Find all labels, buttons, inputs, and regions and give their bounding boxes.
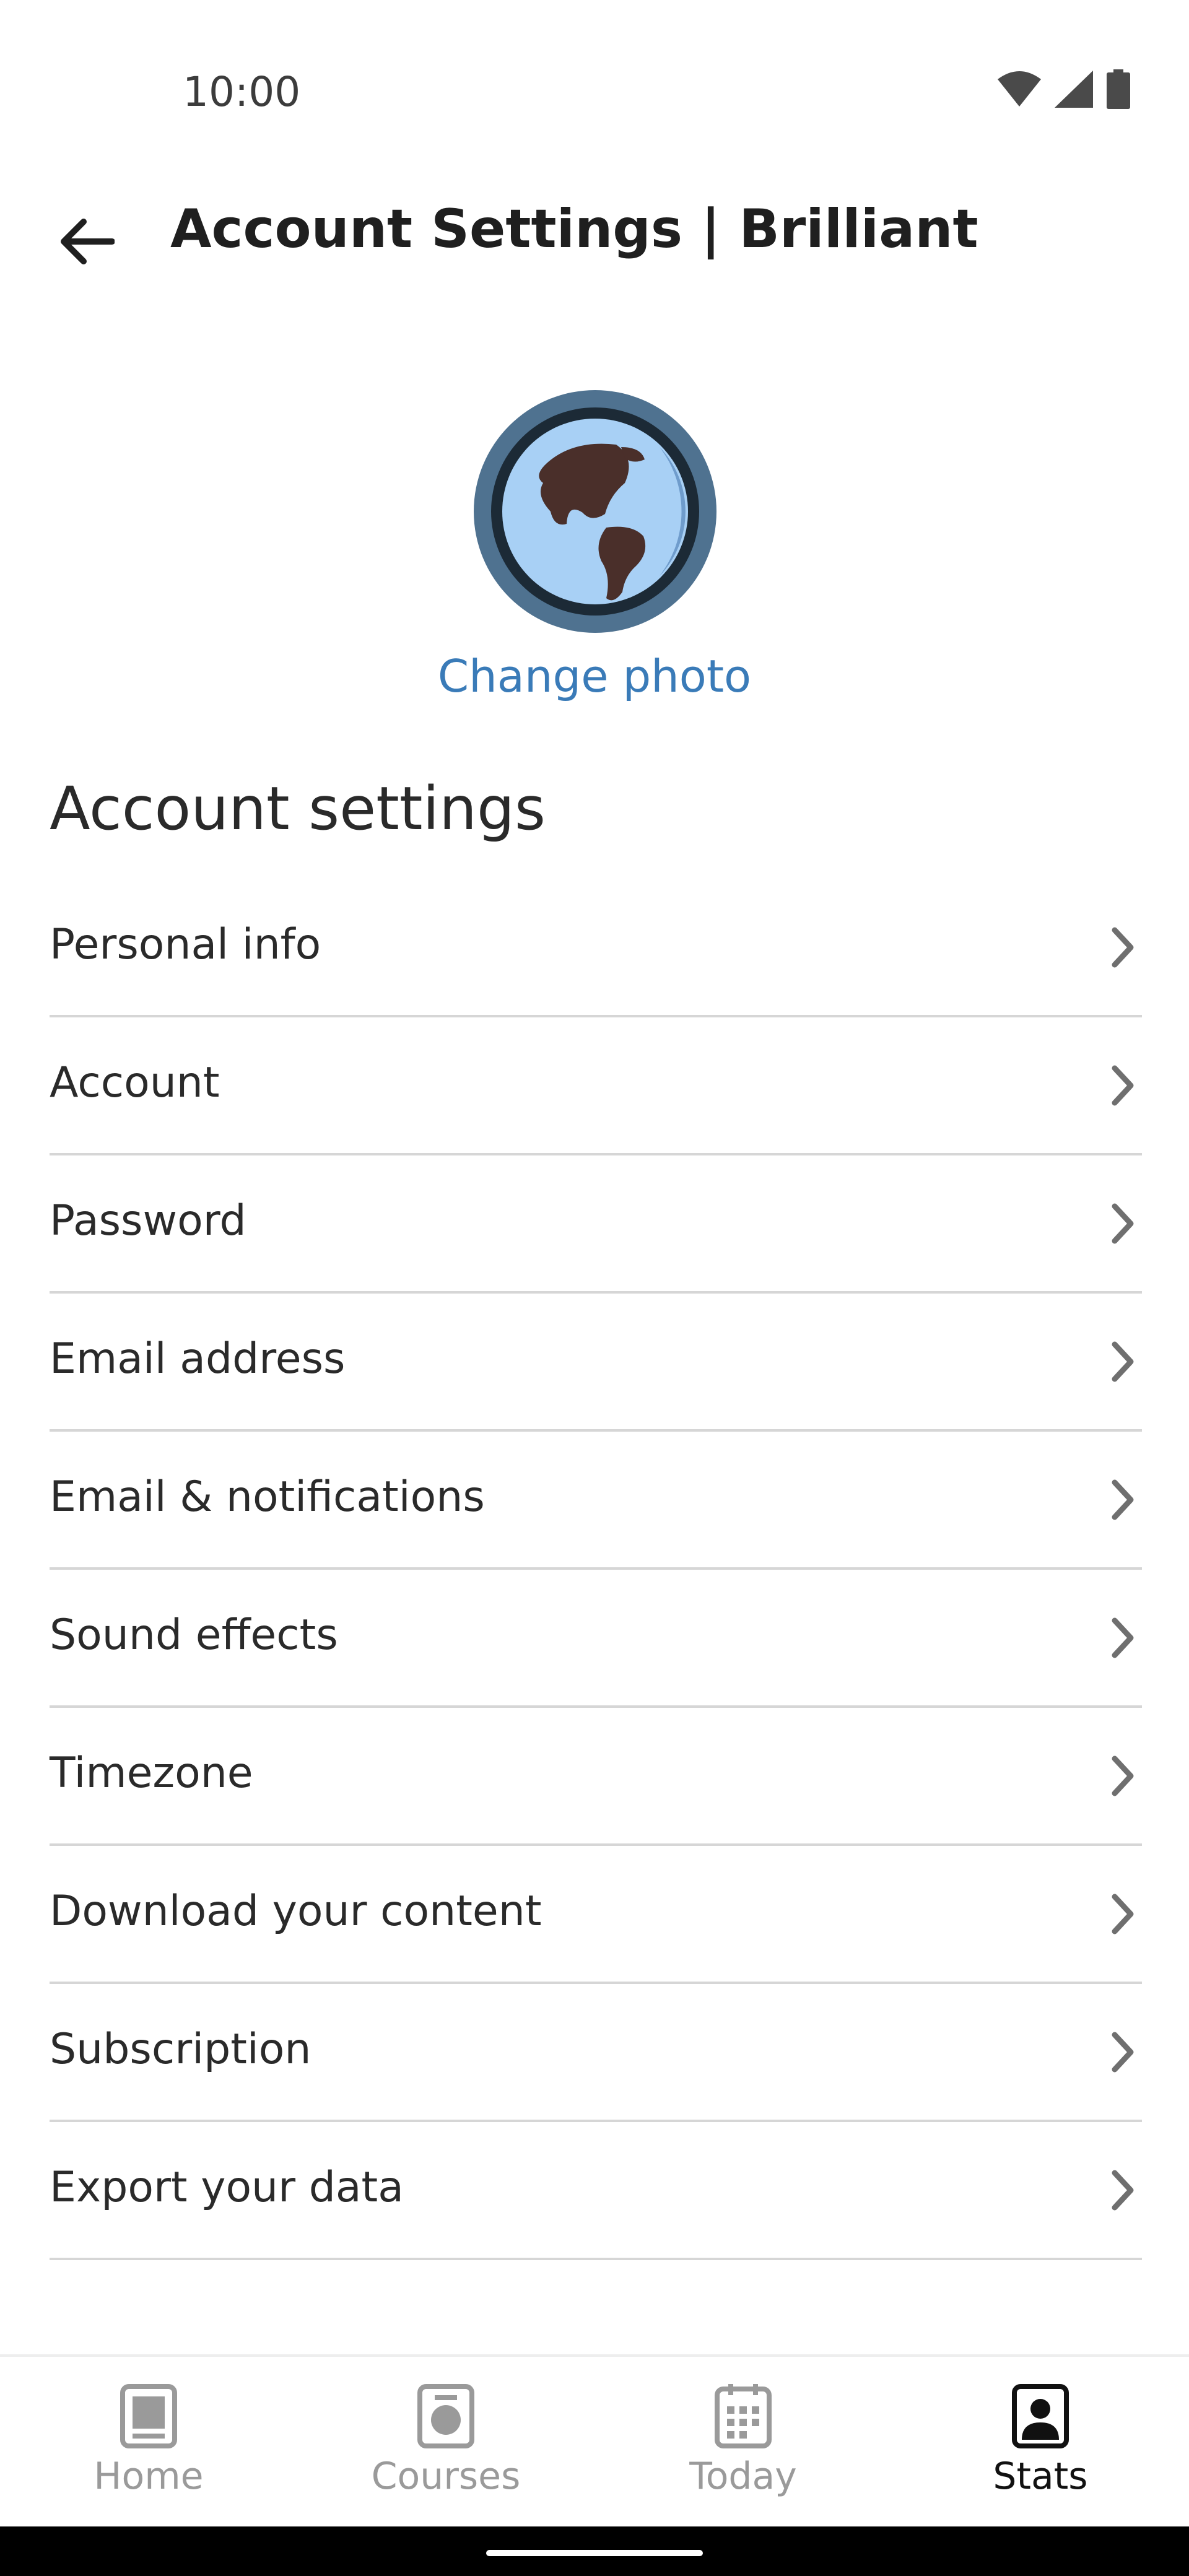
back-button[interactable] (50, 204, 124, 279)
chevron-right-icon (1112, 927, 1134, 968)
nav-item-today[interactable]: Today (594, 2357, 892, 2529)
nav-label: Stats (993, 2455, 1088, 2498)
chevron-right-icon (1112, 1479, 1134, 1520)
settings-item-label: Email address (50, 1334, 346, 1383)
chevron-right-icon (1112, 1756, 1134, 1796)
nav-item-courses[interactable]: Courses (297, 2357, 594, 2529)
settings-item-email-address[interactable]: Email address (50, 1294, 1142, 1432)
settings-item-password[interactable]: Password (50, 1155, 1142, 1294)
settings-item-label: Timezone (50, 1749, 253, 1798)
chevron-right-icon (1112, 1341, 1134, 1382)
settings-item-sound-effects[interactable]: Sound effects (50, 1570, 1142, 1708)
page-title: Account Settings | Brilliant (170, 198, 978, 260)
settings-item-label: Email & notifications (50, 1473, 485, 1521)
chevron-right-icon (1112, 2032, 1134, 2073)
wifi-icon (998, 71, 1041, 107)
settings-item-personal-info[interactable]: Personal info (50, 879, 1142, 1017)
chevron-right-icon (1112, 1065, 1134, 1106)
settings-item-label: Personal info (50, 920, 321, 969)
cell-signal-icon (1055, 71, 1093, 108)
settings-item-subscription[interactable]: Subscription (50, 1984, 1142, 2122)
settings-item-account[interactable]: Account (50, 1017, 1142, 1155)
avatar[interactable] (474, 390, 716, 633)
settings-item-email-notifications[interactable]: Email & notifications (50, 1432, 1142, 1570)
section-heading: Account settings (50, 774, 546, 843)
nav-label: Today (689, 2455, 797, 2498)
chevron-right-icon (1112, 1203, 1134, 1244)
chevron-right-icon (1112, 1894, 1134, 1934)
status-bar: 10:00 (0, 0, 1189, 180)
nav-item-home[interactable]: Home (0, 2357, 297, 2529)
chevron-right-icon (1112, 1617, 1134, 1658)
settings-item-label: Password (50, 1196, 246, 1245)
settings-item-label: Download your content (50, 1887, 542, 1936)
status-time: 10:00 (183, 68, 301, 116)
settings-item-export-data[interactable]: Export your data (50, 2122, 1142, 2260)
gesture-bar (0, 2526, 1189, 2576)
status-icons (998, 69, 1130, 109)
settings-item-download-content[interactable]: Download your content (50, 1846, 1142, 1984)
nav-item-stats[interactable]: Stats (892, 2357, 1189, 2529)
bottom-nav: Home Courses Today Stats (0, 2354, 1189, 2529)
stats-icon (1012, 2384, 1069, 2448)
courses-icon (417, 2384, 474, 2448)
nav-label: Home (94, 2455, 204, 2498)
settings-item-label: Account (50, 1058, 220, 1107)
globe-icon (491, 407, 699, 616)
settings-item-label: Subscription (50, 2025, 311, 2074)
settings-item-label: Sound effects (50, 1611, 338, 1660)
settings-list: Personal info Account Password Email add… (50, 879, 1142, 2260)
arrow-left-icon (61, 219, 115, 264)
top-app-bar: Account Settings | Brilliant (0, 180, 1189, 285)
home-gesture-handle[interactable] (486, 2550, 703, 2556)
chevron-right-icon (1112, 2170, 1134, 2211)
calendar-icon (715, 2384, 772, 2448)
battery-icon (1107, 69, 1130, 109)
change-photo-link[interactable]: Change photo (0, 650, 1189, 702)
nav-label: Courses (371, 2455, 521, 2498)
settings-item-label: Export your data (50, 2163, 404, 2212)
home-icon (120, 2384, 177, 2448)
settings-item-timezone[interactable]: Timezone (50, 1708, 1142, 1846)
